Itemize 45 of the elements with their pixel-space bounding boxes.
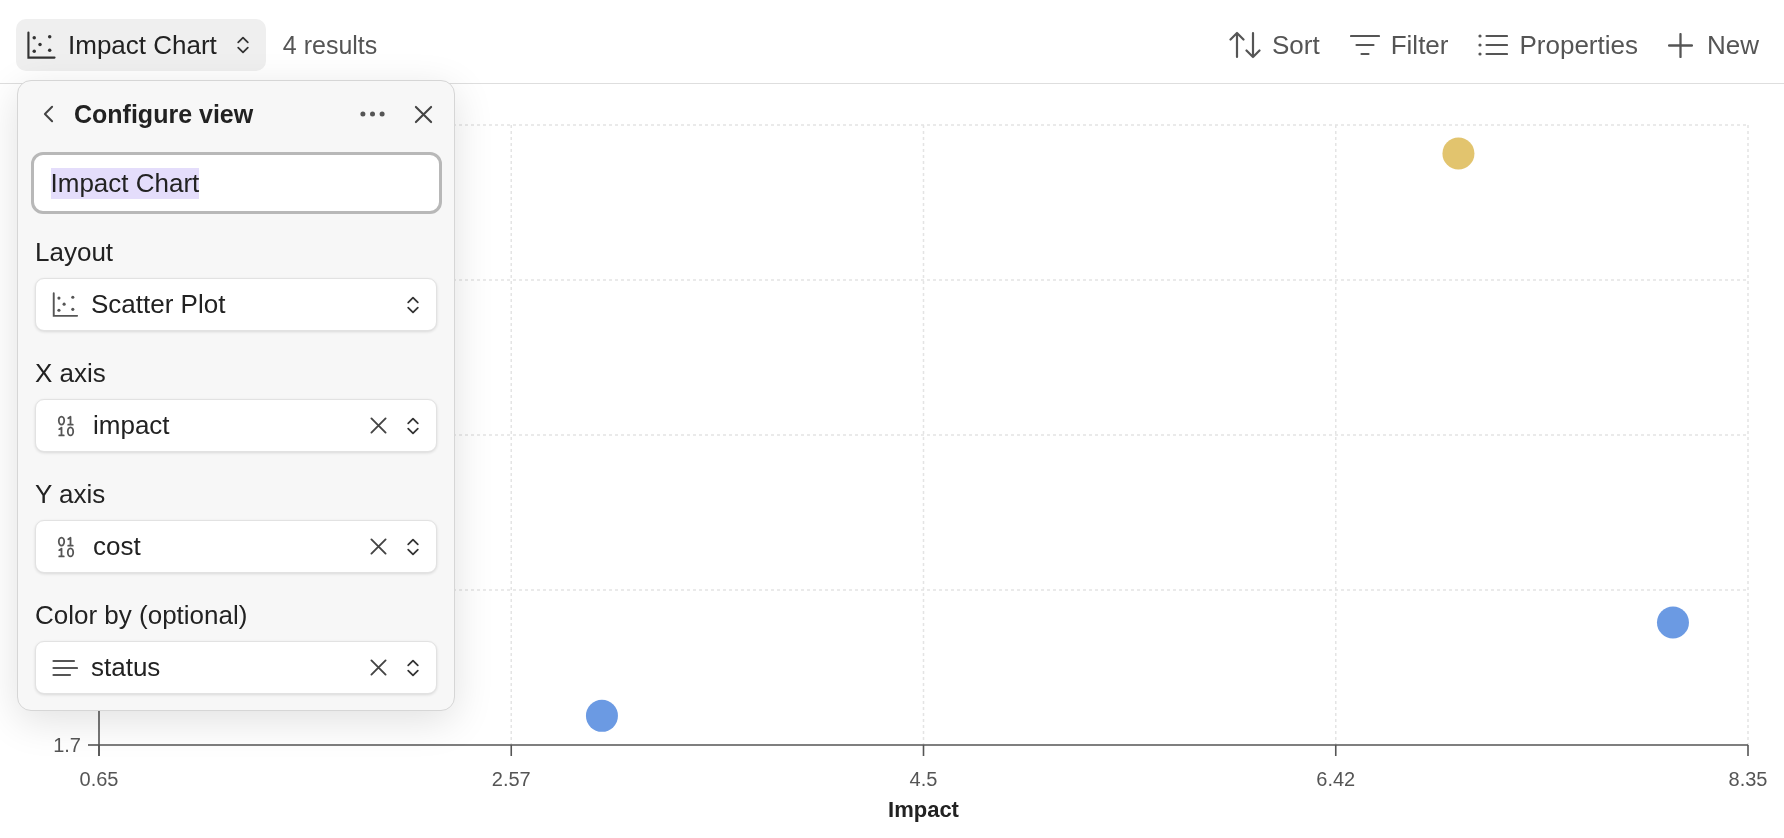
dropdown[interactable]: status: [35, 641, 437, 694]
x-axis-title: Impact: [888, 796, 959, 822]
more-icon[interactable]: [360, 111, 385, 117]
dropdown[interactable]: Scatter Plot: [35, 278, 437, 331]
clear-icon[interactable]: [370, 417, 387, 434]
view-name-field[interactable]: Impact Chart: [30, 152, 442, 214]
field-label: Layout: [35, 237, 114, 267]
properties-button[interactable]: Properties: [1478, 25, 1638, 65]
list-icon: [1478, 34, 1509, 56]
field-label: Color by (optional): [35, 600, 248, 630]
view-switcher-button[interactable]: Impact Chart: [16, 19, 266, 71]
data-point[interactable]: [1656, 606, 1689, 639]
x-tick-label: 4.5: [909, 768, 938, 790]
filter-icon: [1349, 34, 1380, 56]
dropdown[interactable]: cost: [35, 520, 437, 573]
result-count: 4 results: [282, 30, 378, 61]
close-icon[interactable]: [414, 104, 433, 124]
chevron-updown-icon: [406, 657, 420, 678]
scatter-chart-icon: [26, 30, 56, 60]
field-label: Y axis: [35, 479, 106, 509]
sort-button[interactable]: Sort: [1229, 25, 1320, 65]
number-type-icon: [57, 535, 75, 558]
x-tick-label: 8.35: [1728, 768, 1768, 790]
data-point[interactable]: [585, 699, 618, 732]
clear-icon[interactable]: [370, 538, 387, 555]
x-tick-label: 6.42: [1316, 768, 1356, 790]
sort-arrows-icon: [1229, 31, 1261, 59]
number-type-icon: [57, 414, 75, 437]
new-button[interactable]: New: [1668, 25, 1759, 65]
chevron-updown-icon: [406, 294, 420, 315]
panel-title: Configure view: [74, 99, 254, 129]
dropdown[interactable]: impact: [35, 399, 437, 452]
chevron-updown-icon: [406, 415, 420, 436]
text-lines-icon: [52, 658, 78, 677]
x-tick-label: 0.65: [79, 768, 119, 790]
chevron-updown-icon: [406, 536, 420, 557]
field-label: X axis: [35, 358, 106, 388]
scatter-chart-icon: [52, 291, 78, 318]
filter-button[interactable]: Filter: [1349, 25, 1449, 65]
plus-icon: [1668, 32, 1693, 58]
back-chevron-icon[interactable]: [43, 105, 54, 123]
clear-icon[interactable]: [370, 659, 387, 676]
chevron-updown-icon: [235, 35, 250, 55]
y-tick-label: 1.7: [53, 734, 81, 756]
x-tick-label: 2.57: [491, 768, 531, 790]
